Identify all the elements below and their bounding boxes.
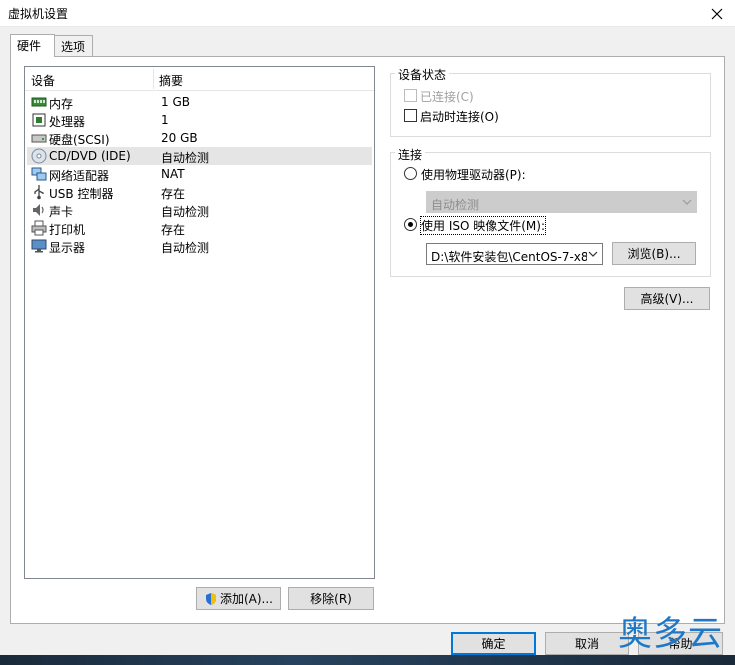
cancel-button-label: 取消 (574, 637, 599, 651)
physical-drive-select-value: 自动检测 (431, 198, 480, 212)
device-row-display[interactable]: 显示器 自动检测 (27, 237, 372, 255)
cancel-button[interactable]: 取消 (545, 632, 629, 655)
iso-image-radio[interactable] (404, 218, 417, 231)
column-header-device[interactable]: 设备 (31, 72, 55, 89)
printer-icon (31, 220, 47, 236)
advanced-button[interactable]: 高级(V)... (624, 287, 710, 310)
browse-button[interactable]: 浏览(B)... (612, 242, 696, 265)
device-name: 内存 (49, 97, 74, 111)
ok-button-label: 确定 (481, 637, 506, 651)
device-summary: 存在 (161, 223, 186, 237)
iso-path-value: D:\软件安装包\CentOS-7-x8 (431, 250, 587, 264)
device-row-printer[interactable]: 打印机 存在 (27, 219, 372, 237)
tab-options-label: 选项 (61, 40, 86, 54)
device-summary: 自动检测 (161, 241, 210, 255)
chevron-down-icon (588, 251, 598, 257)
connected-checkbox[interactable] (404, 89, 417, 102)
device-row-processor[interactable]: 处理器 1 (27, 111, 372, 129)
device-summary: NAT (161, 167, 185, 181)
physical-drive-select[interactable]: 自动检测 (426, 191, 697, 213)
taskbar-strip (0, 655, 735, 665)
tab-hardware[interactable]: 硬件 (10, 34, 55, 57)
display-icon (31, 239, 47, 253)
connection-title: 连接 (395, 146, 426, 163)
device-summary: 1 GB (161, 95, 190, 109)
device-summary: 存在 (161, 187, 186, 201)
device-list-header: 设备 摘要 (25, 67, 374, 91)
advanced-button-label: 高级(V)... (640, 292, 694, 306)
device-summary: 1 (161, 113, 169, 127)
device-name: 打印机 (49, 223, 86, 237)
remove-button[interactable]: 移除(R) (288, 587, 374, 610)
cd-dvd-icon (31, 148, 47, 164)
device-name: CD/DVD (IDE) (49, 149, 131, 163)
shield-icon (205, 592, 216, 605)
column-header-summary[interactable]: 摘要 (159, 72, 183, 89)
hard-disk-icon (31, 134, 47, 143)
close-button[interactable] (699, 0, 735, 27)
browse-button-label: 浏览(B)... (627, 247, 681, 261)
remove-button-label: 移除(R) (310, 592, 352, 606)
add-button-label: 添加(A)... (219, 592, 274, 606)
processor-icon (32, 113, 46, 127)
radio-dot (408, 222, 413, 227)
ok-button[interactable]: 确定 (451, 632, 536, 655)
device-name: 处理器 (49, 115, 86, 129)
device-summary: 自动检测 (161, 205, 210, 219)
physical-drive-label: 使用物理驱动器(P): (421, 168, 526, 182)
chevron-down-icon (682, 199, 692, 205)
device-row-hard-disk[interactable]: 硬盘(SCSI) 20 GB (27, 129, 372, 147)
device-status-title: 设备状态 (395, 66, 450, 83)
device-list[interactable]: 设备 摘要 内存 1 GB 处理器 1 硬盘(SCSI) 20 GB CD/DV… (24, 66, 375, 579)
device-summary: 20 GB (161, 131, 198, 145)
device-name: 显示器 (49, 241, 86, 255)
iso-path-combo[interactable]: D:\软件安装包\CentOS-7-x8 (426, 243, 603, 265)
watermark-logo: 奥多云 (618, 614, 723, 654)
tab-options[interactable]: 选项 (54, 35, 93, 56)
connected-label: 已连接(C) (420, 90, 474, 104)
title-bar: 虚拟机设置 (0, 0, 735, 27)
iso-image-label: 使用 ISO 映像文件(M): (420, 216, 546, 235)
close-icon (711, 8, 723, 19)
window-title: 虚拟机设置 (8, 7, 69, 21)
device-name: 硬盘(SCSI) (49, 133, 110, 147)
device-row-usb-controller[interactable]: USB 控制器 存在 (27, 183, 372, 201)
device-row-network-adapter[interactable]: 网络适配器 NAT (27, 165, 372, 183)
connect-at-power-on-label: 启动时连接(O) (420, 110, 499, 124)
tab-hardware-label: 硬件 (17, 39, 42, 53)
connect-at-power-on-checkbox[interactable] (404, 109, 417, 122)
add-button[interactable]: 添加(A)... (196, 587, 281, 610)
network-adapter-icon (31, 167, 47, 181)
device-name: USB 控制器 (49, 187, 114, 201)
memory-icon (31, 97, 47, 107)
device-summary: 自动检测 (161, 151, 210, 165)
sound-card-icon (33, 204, 44, 216)
device-name: 网络适配器 (49, 169, 110, 183)
usb-icon (34, 185, 44, 200)
device-row-sound-card[interactable]: 声卡 自动检测 (27, 201, 372, 219)
device-name: 声卡 (49, 205, 74, 219)
device-row-cd-dvd[interactable]: CD/DVD (IDE) 自动检测 (27, 147, 372, 165)
column-separator[interactable] (153, 69, 154, 89)
physical-drive-radio[interactable] (404, 167, 417, 180)
device-row-memory[interactable]: 内存 1 GB (27, 93, 372, 111)
